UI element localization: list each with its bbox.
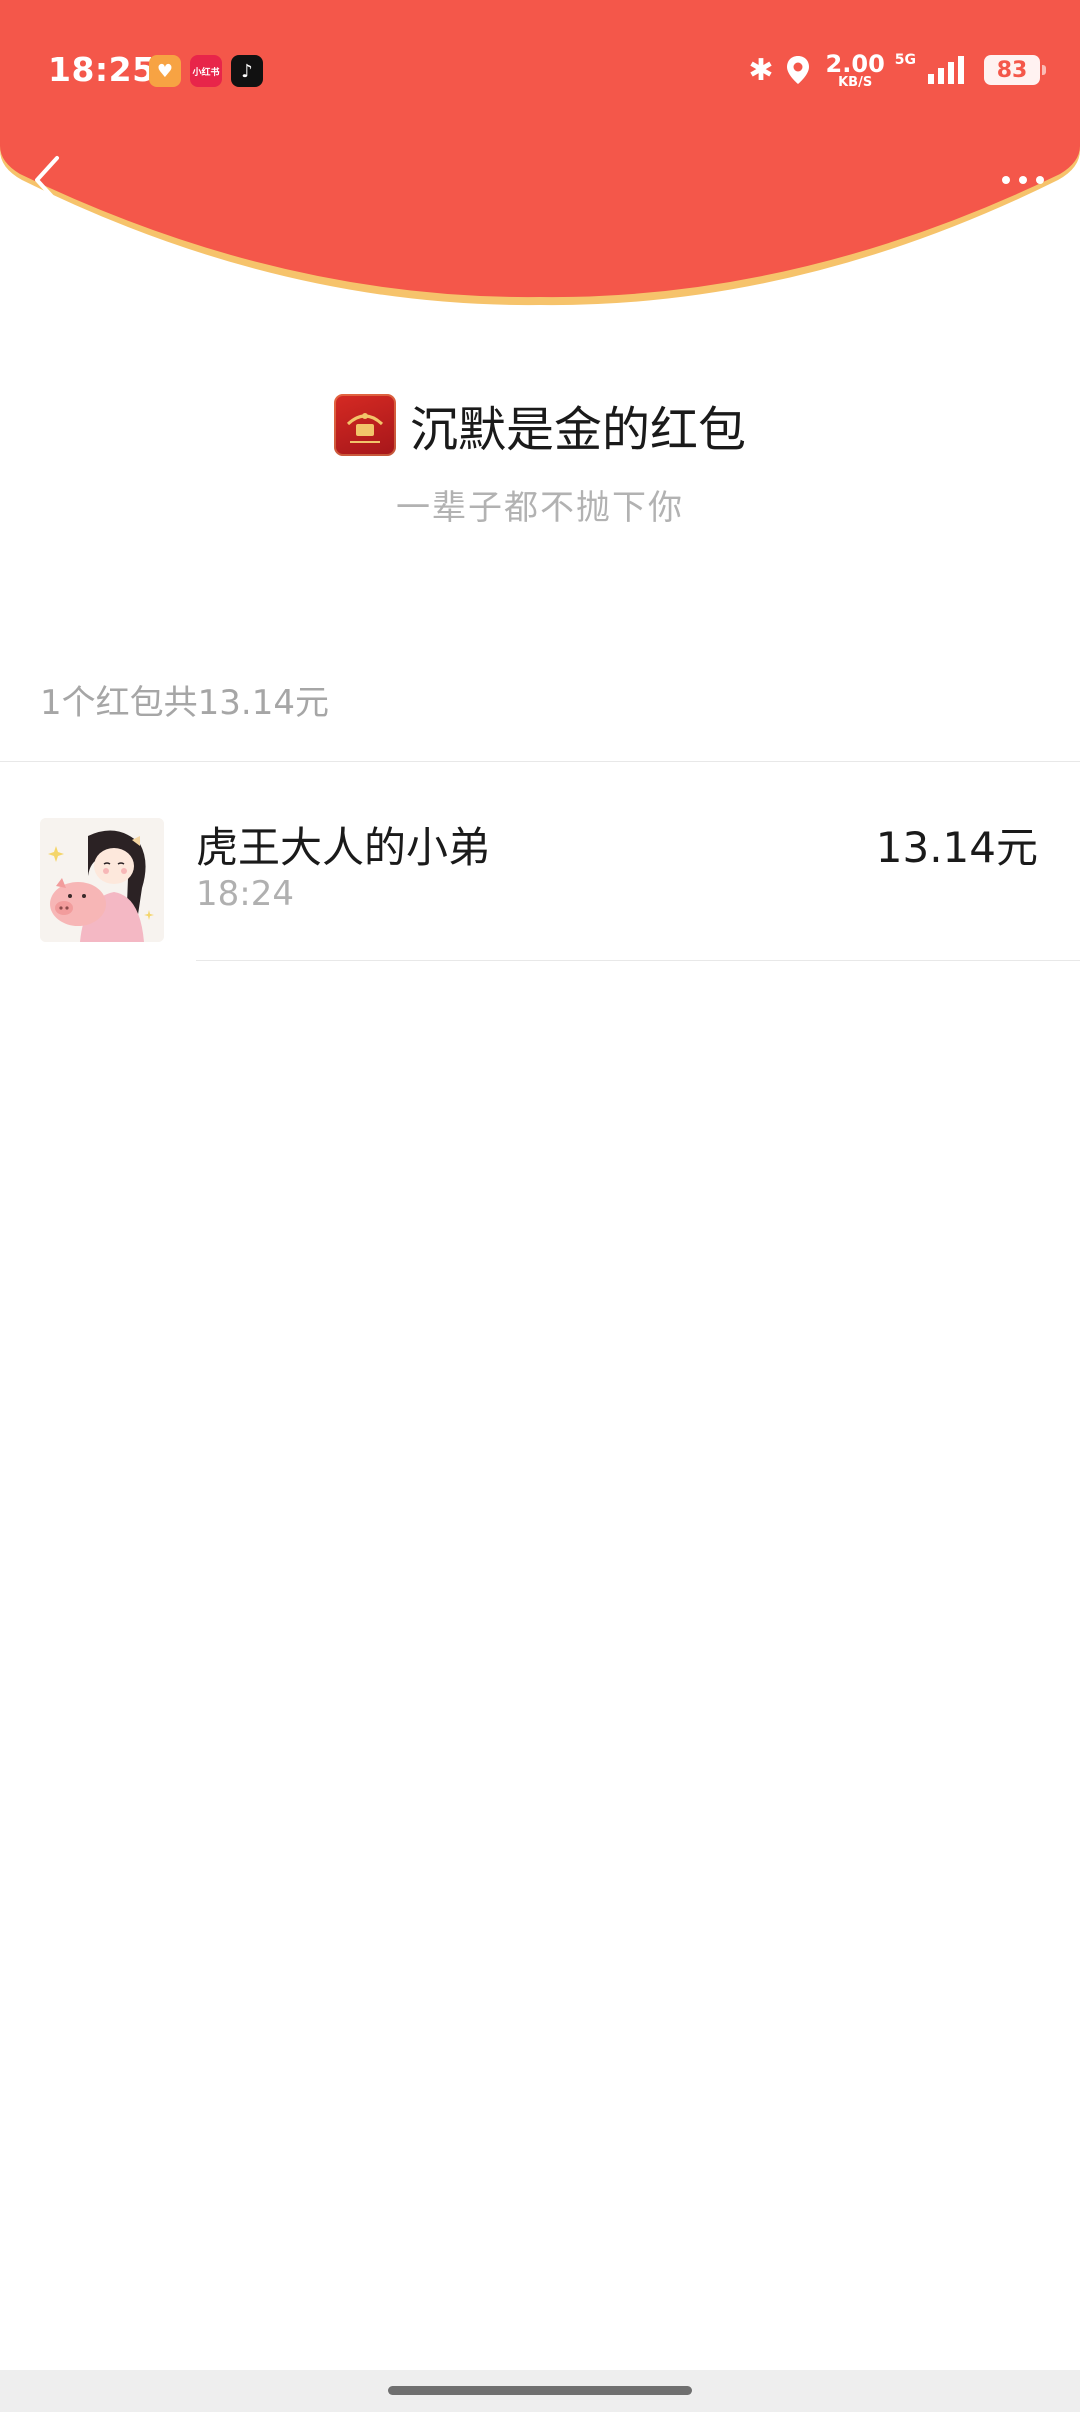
- signal-icon: [928, 56, 964, 84]
- xiaohongshu-icon: 小红书: [190, 55, 222, 87]
- network-speed: 2.00 KB/S: [826, 52, 885, 89]
- network-type: 5G: [894, 52, 916, 68]
- heart-app-icon: ♥: [149, 55, 181, 87]
- receiver-row[interactable]: 虎王大人的小弟 18:24 13.14元: [0, 790, 1080, 960]
- status-bar: 18:25 ♥ 小红书 ♪ ✱ 2.00 KB/S 5G 83: [0, 0, 1080, 140]
- avatar[interactable]: [40, 818, 164, 942]
- packet-subtitle: 一辈子都不抛下你: [396, 488, 684, 528]
- back-button[interactable]: [22, 150, 72, 210]
- home-indicator[interactable]: [388, 2386, 692, 2395]
- receiver-name: 虎王大人的小弟: [196, 823, 491, 872]
- tiktok-icon: ♪: [231, 55, 263, 87]
- status-time: 18:25: [48, 50, 156, 89]
- status-right-group: ✱ 2.00 KB/S 5G 83: [748, 48, 1046, 92]
- network-speed-unit: KB/S: [838, 74, 873, 90]
- more-dot: [1036, 176, 1044, 184]
- battery-icon: 83: [984, 55, 1046, 85]
- receive-time: 18:24: [196, 874, 294, 914]
- chevron-left-icon: [35, 156, 59, 204]
- row-divider: [196, 960, 1080, 961]
- receive-amount: 13.14元: [875, 823, 1038, 872]
- girl-hugging-pig-avatar: [40, 818, 164, 942]
- divider: [0, 761, 1080, 762]
- battery-level: 83: [996, 57, 1028, 83]
- navigation-bar: [0, 2370, 1080, 2412]
- network-speed-value: 2.00: [825, 49, 885, 78]
- packet-name: 沉默是金的红包: [409, 402, 746, 458]
- xiaohongshu-icon-label: 小红书: [192, 67, 220, 78]
- packet-title: 沉默是金的红包: [0, 390, 1080, 460]
- more-dots-icon: [1002, 176, 1010, 184]
- red-packet-cover-icon: [333, 394, 396, 456]
- packet-summary: 1个红包共13.14元: [40, 683, 329, 723]
- more-button[interactable]: [988, 160, 1058, 200]
- more-dot: [1019, 176, 1027, 184]
- bluetooth-icon: ✱: [748, 52, 774, 88]
- location-icon: [786, 56, 809, 84]
